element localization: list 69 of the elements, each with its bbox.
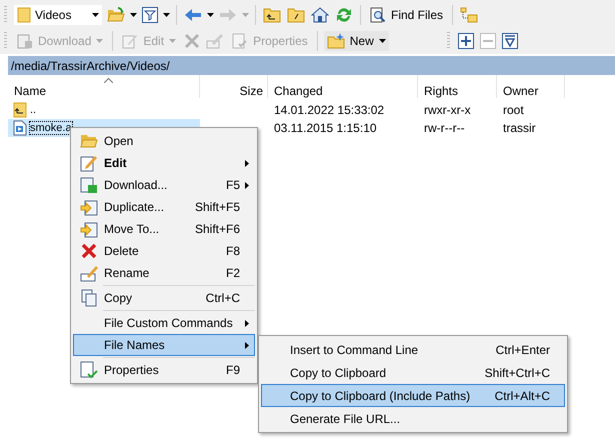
- column-header[interactable]: Owner: [497, 75, 565, 98]
- pencil-icon: [122, 33, 138, 49]
- parent-folder-icon[interactable]: [262, 6, 282, 24]
- copy-icon: [81, 289, 97, 307]
- owner-cell-text: trassir: [502, 120, 537, 137]
- pencil-icon: [80, 154, 98, 172]
- submenu-arrow-icon: [245, 320, 249, 326]
- video-file-icon: [13, 120, 27, 136]
- menu-item[interactable]: File Custom Commands: [73, 312, 255, 334]
- back-arrow-icon[interactable]: [183, 7, 203, 23]
- filter-icon[interactable]: [141, 6, 159, 24]
- new-button[interactable]: New: [324, 31, 389, 51]
- menu-item[interactable]: Move To... Shift+F6: [73, 218, 255, 240]
- submenu-arrow-icon: [245, 160, 249, 166]
- caret-icon: [96, 39, 104, 43]
- caret-icon[interactable]: [163, 13, 170, 17]
- menu-item[interactable]: Duplicate... Shift+F5: [73, 196, 255, 218]
- menu-item[interactable]: Insert to Command Line Ctrl+Enter: [261, 338, 565, 361]
- new-folder-icon: [326, 33, 345, 49]
- expand-plus-icon[interactable]: [456, 32, 475, 50]
- find-files-button[interactable]: Find Files: [367, 5, 446, 25]
- folder-icon: [17, 7, 31, 23]
- refresh-icon[interactable]: [334, 6, 354, 24]
- menu-item[interactable]: Copy to Clipboard Shift+Ctrl+C: [261, 361, 565, 384]
- file-name: ..: [30, 104, 36, 116]
- download-icon: [80, 176, 98, 194]
- owner-cell-text: root: [502, 102, 525, 119]
- caret-icon: [92, 13, 99, 17]
- download-icon: [17, 33, 33, 49]
- menu-item[interactable]: Rename F2: [73, 262, 255, 284]
- menu-item[interactable]: Edit: [73, 152, 255, 174]
- properties-icon: [80, 361, 98, 379]
- column-header[interactable]: Rights: [418, 75, 497, 98]
- folder-tree-icon[interactable]: [459, 6, 480, 24]
- select-filter-icon[interactable]: [500, 32, 519, 50]
- column-header[interactable]: Changed: [268, 75, 418, 98]
- submenu-arrow-icon: [245, 342, 249, 348]
- menu-item[interactable]: Generate File URL...: [261, 407, 565, 430]
- search-icon: [370, 7, 386, 23]
- menu-item[interactable]: Properties F9: [73, 359, 255, 381]
- menu-item[interactable]: Copy to Clipboard (Include Paths) Ctrl+Alt+C: [261, 384, 565, 407]
- caret-icon[interactable]: [207, 13, 214, 17]
- file-name: smoke.a: [30, 122, 72, 134]
- caret-icon[interactable]: [130, 13, 137, 17]
- menu-item[interactable]: File Names: [73, 334, 255, 356]
- column-header[interactable]: Size: [200, 75, 268, 98]
- rights-cell-text: rw-r--r--: [423, 120, 466, 137]
- delete-icon: [81, 243, 97, 259]
- menu-item[interactable]: Delete F8: [73, 240, 255, 262]
- menu-item[interactable]: Download... F5: [73, 174, 255, 196]
- home-icon[interactable]: [310, 6, 330, 24]
- copy-arrow-icon: [80, 220, 98, 238]
- rename-icon: [80, 264, 98, 282]
- changed-cell-text: 14.01.2022 15:33:02: [273, 102, 386, 119]
- copy-arrow-icon: [80, 198, 98, 216]
- open-folder-icon: [80, 133, 98, 149]
- column-header[interactable]: Name: [8, 75, 200, 98]
- path-text: /media/TrassirArchive/Videos/: [11, 58, 170, 72]
- caret-icon: [169, 39, 176, 43]
- rights-cell-text: rwxr-xr-x: [423, 102, 472, 119]
- menu-item[interactable]: Open: [73, 130, 255, 152]
- changed-cell-text: 03.11.2015 1:15:10: [273, 120, 378, 137]
- menu-item[interactable]: Copy Ctrl+C: [73, 287, 255, 309]
- location-dropdown[interactable]: Videos: [14, 5, 102, 25]
- submenu-arrow-icon: [245, 182, 249, 188]
- file-row[interactable]: .. 14.01.2022 15:33:02 rwxr-xr-x root: [8, 101, 615, 119]
- caret-icon: [378, 39, 386, 43]
- parent-folder-icon: [13, 102, 27, 118]
- properties-icon: [232, 33, 248, 49]
